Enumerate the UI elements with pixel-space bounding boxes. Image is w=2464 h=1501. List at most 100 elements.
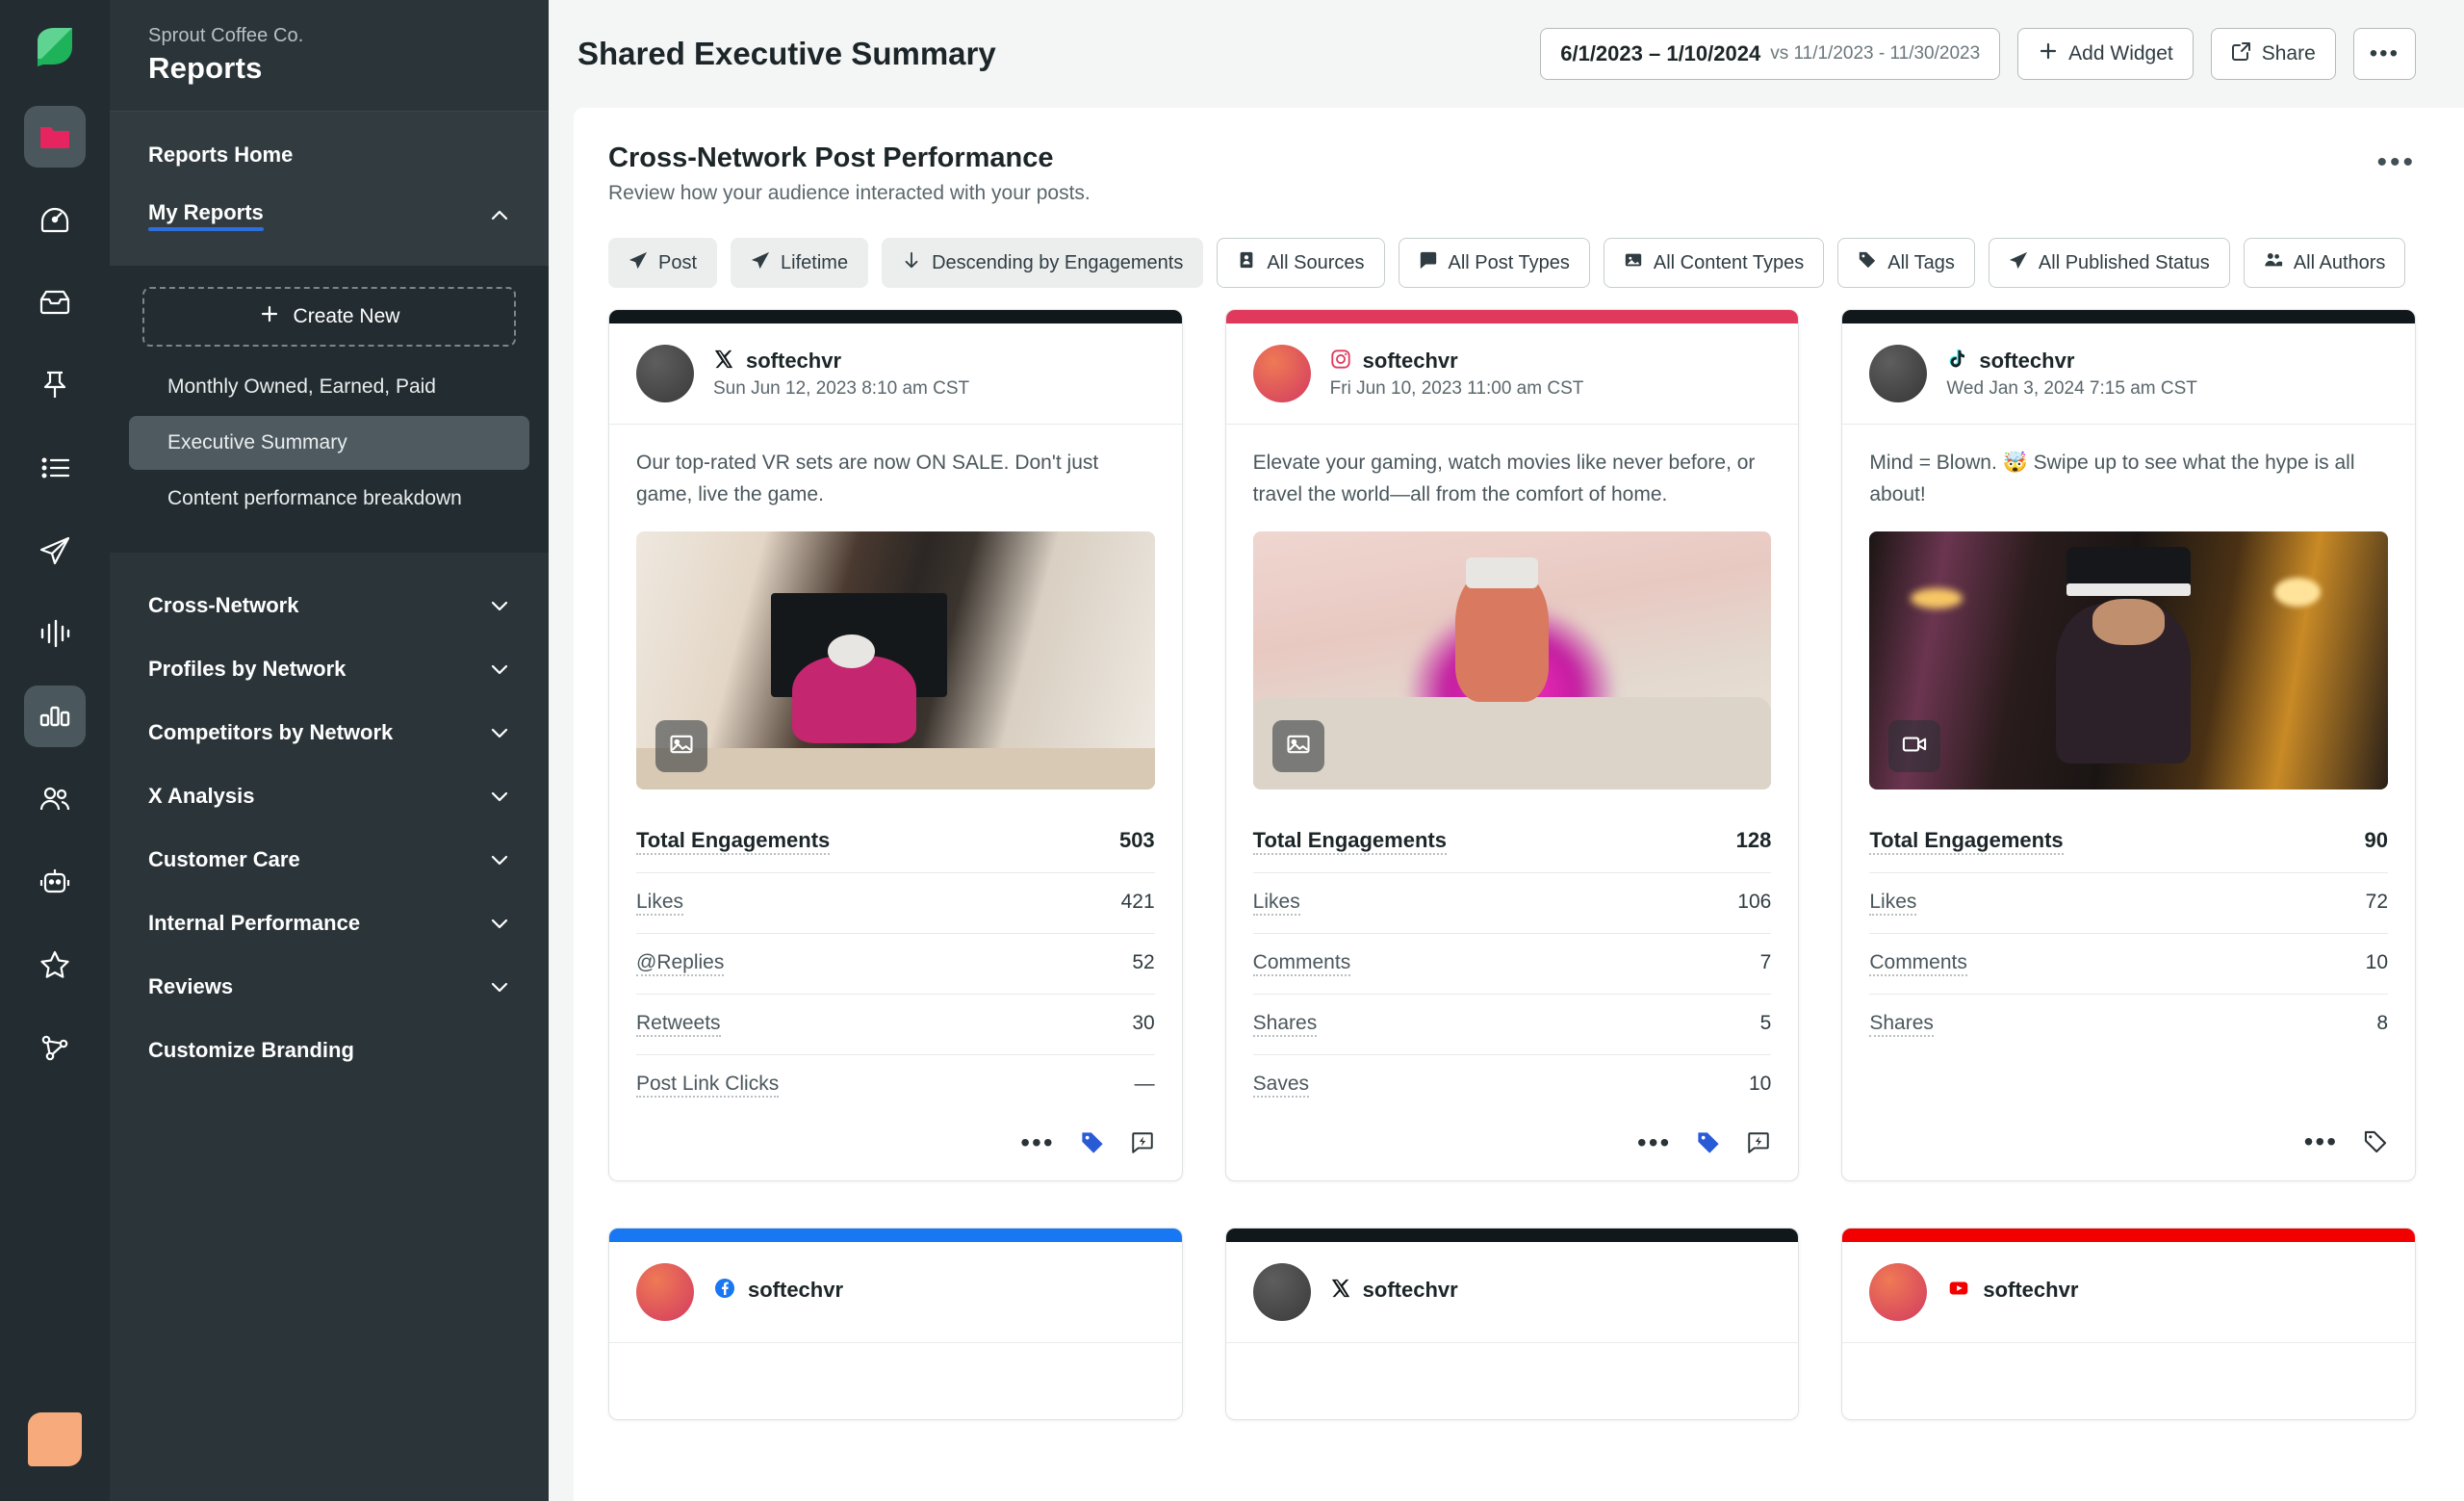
filter-chip-label: All Published Status bbox=[2038, 251, 2210, 273]
tag-icon[interactable] bbox=[2363, 1129, 2388, 1154]
more-dots-icon[interactable]: ••• bbox=[1020, 1128, 1054, 1155]
more-dots-icon[interactable]: ••• bbox=[2304, 1127, 2338, 1154]
metric-value: 52 bbox=[1132, 951, 1155, 974]
filter-chip-content-types[interactable]: All Content Types bbox=[1603, 238, 1825, 288]
nav-group-internal-performance[interactable]: Internal Performance bbox=[110, 892, 549, 955]
rail-item-bots[interactable] bbox=[24, 851, 86, 913]
rail-item-reports[interactable] bbox=[24, 106, 86, 168]
create-new-button[interactable]: Create New bbox=[142, 287, 516, 347]
avatar bbox=[1252, 345, 1311, 402]
metric-value: 72 bbox=[2365, 891, 2389, 914]
metric-value: — bbox=[1134, 1073, 1155, 1096]
filter-chip-published-status[interactable]: All Published Status bbox=[1988, 238, 2230, 288]
metric-row: Retweets 30 bbox=[636, 995, 1155, 1056]
sprout-leaf-logo[interactable] bbox=[27, 21, 83, 77]
chevron-down-icon bbox=[489, 595, 510, 616]
tag-icon[interactable] bbox=[1080, 1130, 1105, 1155]
boost-icon[interactable] bbox=[1130, 1130, 1155, 1155]
metric-label: Retweets bbox=[636, 1012, 721, 1038]
nav-group-competitors-by-network[interactable]: Competitors by Network bbox=[110, 701, 549, 764]
youtube-icon bbox=[1946, 1276, 1971, 1306]
media-type-badge bbox=[1888, 720, 1941, 773]
pulse-icon bbox=[38, 617, 71, 650]
rail-item-publishing[interactable] bbox=[24, 354, 86, 416]
sidebar-item-monthly-owned-earned-paid[interactable]: Monthly Owned, Earned, Paid bbox=[129, 360, 529, 414]
post-media[interactable] bbox=[1869, 531, 2389, 790]
nav-group-label: Reviews bbox=[148, 974, 234, 998]
nav-group-customer-care[interactable]: Customer Care bbox=[110, 828, 549, 892]
x-icon bbox=[1330, 1278, 1351, 1304]
date-range-picker[interactable]: 6/1/2023 – 1/10/2024 vs 11/1/2023 - 11/3… bbox=[1540, 28, 2001, 80]
widget-header: Cross-Network Post Performance Review ho… bbox=[608, 142, 2416, 205]
user-avatar[interactable] bbox=[28, 1412, 82, 1466]
post-timestamp: Fri Jun 10, 2023 11:00 am CST bbox=[1329, 377, 1584, 399]
media-type-badge bbox=[1271, 720, 1324, 773]
nav-group-customize-branding[interactable]: Customize Branding bbox=[110, 1019, 549, 1082]
filter-chip-post-types[interactable]: All Post Types bbox=[1398, 238, 1590, 288]
add-widget-label: Add Widget bbox=[2068, 42, 2173, 65]
filter-chip-label: All Post Types bbox=[1448, 251, 1570, 273]
rail-item-listening[interactable] bbox=[24, 603, 86, 664]
metric-value: 106 bbox=[1737, 891, 1772, 914]
plus-icon bbox=[2038, 40, 2059, 67]
filter-chip-authors[interactable]: All Authors bbox=[2243, 238, 2406, 288]
metric-value: 10 bbox=[2365, 951, 2389, 974]
add-widget-button[interactable]: Add Widget bbox=[2017, 28, 2194, 80]
top-bar: Shared Executive Summary 6/1/2023 – 1/10… bbox=[549, 0, 2464, 108]
post-card[interactable]: softechvr bbox=[1224, 1228, 1800, 1421]
filter-chip-post[interactable]: Post bbox=[608, 238, 718, 288]
widget-more-button[interactable]: ••• bbox=[2376, 142, 2416, 179]
sidebar-item-content-performance-breakdown[interactable]: Content performance breakdown bbox=[129, 472, 529, 526]
post-media[interactable] bbox=[1252, 531, 1772, 790]
nav-reports-home[interactable]: Reports Home bbox=[110, 129, 549, 187]
paper-plane-icon bbox=[38, 534, 71, 567]
rail-item-reviews[interactable] bbox=[24, 934, 86, 996]
metric-value: 503 bbox=[1118, 828, 1155, 853]
metric-row: Saves 10 bbox=[1252, 1055, 1771, 1115]
post-media[interactable] bbox=[636, 531, 1155, 790]
metric-row: Likes 421 bbox=[636, 873, 1155, 935]
post-card[interactable]: softechvr Fri Jun 10, 2023 11:00 am CST … bbox=[1224, 309, 1800, 1182]
post-card[interactable]: softechvr Sun Jun 12, 2023 8:10 am CST O… bbox=[608, 309, 1183, 1182]
date-compare-value: vs 11/1/2023 - 11/30/2023 bbox=[1770, 43, 1981, 64]
rail-item-compose[interactable] bbox=[24, 520, 86, 582]
post-identity: softechvr bbox=[1842, 1242, 2416, 1344]
rail-item-audience[interactable] bbox=[24, 768, 86, 830]
nav-groups: Cross-Network Profiles by Network Compet… bbox=[110, 553, 549, 1103]
more-options-button[interactable]: ••• bbox=[2352, 28, 2416, 80]
rail-item-analytics[interactable] bbox=[24, 686, 86, 747]
metric-row: Comments 10 bbox=[1869, 934, 2389, 996]
rail-item-tasks[interactable] bbox=[24, 437, 86, 499]
post-card[interactable]: softechvr Wed Jan 3, 2024 7:15 am CST Mi… bbox=[1841, 309, 2417, 1182]
nav-group-cross-network[interactable]: Cross-Network bbox=[110, 574, 549, 637]
more-dots-icon[interactable]: ••• bbox=[1637, 1128, 1671, 1155]
image-icon bbox=[668, 731, 695, 763]
post-card-actions: ••• bbox=[1842, 1114, 2415, 1179]
metric-value: 8 bbox=[2376, 1012, 2389, 1035]
rail-item-dashboard[interactable] bbox=[24, 189, 86, 250]
filter-chip-tags[interactable]: All Tags bbox=[1837, 238, 1975, 288]
metric-row: Total Engagements 503 bbox=[636, 811, 1155, 874]
nav-group-reviews[interactable]: Reviews bbox=[110, 955, 549, 1019]
rail-item-inbox[interactable] bbox=[24, 272, 86, 333]
tag-icon[interactable] bbox=[1696, 1130, 1721, 1155]
chevron-down-icon bbox=[489, 849, 510, 870]
filter-chip-sort[interactable]: Descending by Engagements bbox=[882, 238, 1204, 288]
filter-chip-sources[interactable]: All Sources bbox=[1217, 238, 1385, 288]
rail-item-integrations[interactable] bbox=[24, 1017, 86, 1078]
post-card[interactable]: softechvr bbox=[608, 1228, 1183, 1421]
video-icon bbox=[1901, 731, 1928, 763]
post-card[interactable]: softechvr bbox=[1841, 1228, 2417, 1421]
metric-label: Shares bbox=[1252, 1012, 1318, 1038]
post-card-actions: ••• bbox=[609, 1115, 1182, 1180]
nav-my-reports[interactable]: My Reports bbox=[110, 187, 549, 245]
metric-row: Likes 72 bbox=[1869, 873, 2389, 935]
nav-group-profiles-by-network[interactable]: Profiles by Network bbox=[110, 637, 549, 701]
reports-nav-panel: Sprout Coffee Co. Reports Reports Home M… bbox=[110, 0, 549, 1501]
boost-icon[interactable] bbox=[1746, 1130, 1771, 1155]
share-button[interactable]: Share bbox=[2210, 28, 2336, 80]
metric-label: Total Engagements bbox=[636, 828, 831, 856]
nav-group-x-analysis[interactable]: X Analysis bbox=[110, 764, 549, 828]
filter-chip-lifetime[interactable]: Lifetime bbox=[731, 238, 869, 288]
sidebar-item-executive-summary[interactable]: Executive Summary bbox=[129, 416, 529, 470]
